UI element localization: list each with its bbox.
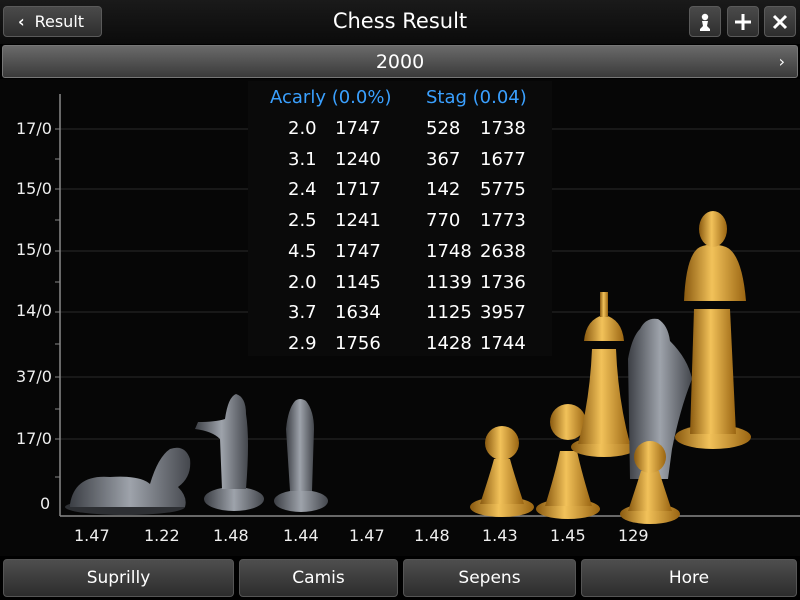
year-label: 2000 — [375, 51, 425, 73]
x-tick-label: 1.45 — [550, 526, 586, 545]
y-tick-label: 0 — [40, 494, 51, 513]
table-cell: 1145 — [335, 271, 381, 293]
table-cell: 367 — [426, 148, 461, 170]
y-tick-label: 14/0 — [16, 301, 52, 320]
table-cell: 1747 — [335, 240, 381, 262]
table-cell: 1634 — [335, 302, 381, 324]
table-cell: 3957 — [480, 302, 526, 324]
table-cell: 3.7 — [288, 302, 317, 324]
x-tick-label: 1.47 — [74, 526, 110, 545]
table-cell: 1240 — [335, 148, 381, 170]
page-title: Chess Result — [332, 9, 468, 33]
y-tick-label: 15/0 — [16, 179, 52, 198]
table-cell: 528 — [426, 118, 461, 139]
y-tick-label: 15/0 — [16, 240, 52, 259]
pawn-icon — [700, 13, 710, 31]
table-cell: 2.4 — [288, 179, 317, 201]
silver-horse-piece — [65, 447, 191, 515]
table-cell: 1677 — [480, 148, 526, 170]
top-bar: ‹ Result Chess Result — [0, 0, 800, 44]
pawn-button[interactable] — [689, 6, 721, 37]
table-cell: 1773 — [480, 210, 526, 232]
x-tick-label: 129 — [618, 526, 649, 545]
table-cell: 1744 — [480, 332, 526, 354]
table-cell: 2.0 — [288, 271, 317, 293]
sepens-button[interactable]: Sepens — [403, 559, 576, 597]
table-header-stag: Stag (0.04) — [426, 87, 527, 108]
x-tick-label: 1.43 — [482, 526, 518, 545]
x-tick-label: 1.22 — [144, 526, 180, 545]
y-tick-label: 17/0 — [16, 429, 52, 448]
table-cell: 1717 — [335, 179, 381, 201]
suprilly-button[interactable]: Suprilly — [3, 559, 234, 597]
chart-area: 17/0 15/0 15/0 14/0 37/0 17/0 0 1.47 1.2… — [0, 79, 800, 556]
table-cell: 4.5 — [288, 240, 317, 262]
x-tick-label: 1.44 — [283, 526, 319, 545]
chevron-right-icon[interactable]: › — [779, 52, 785, 71]
x-tick-label: 1.47 — [349, 526, 385, 545]
table-cell: 1139 — [426, 271, 472, 293]
table-cell: 1125 — [426, 302, 472, 324]
table-cell: 1747 — [335, 118, 381, 139]
y-tick-label: 37/0 — [16, 367, 52, 386]
close-button[interactable] — [764, 6, 796, 37]
table-header-acarly: Acarly (0.0%) — [270, 87, 392, 108]
close-icon — [772, 14, 788, 29]
table-cell: 5775 — [480, 179, 526, 201]
gold-pawn-piece — [470, 426, 534, 517]
y-tick-label: 17/0 — [16, 119, 52, 138]
table-cell: 142 — [426, 179, 461, 201]
camis-button[interactable]: Camis — [239, 559, 398, 597]
table-cell: 2.0 — [288, 118, 317, 139]
table-cell: 770 — [426, 210, 461, 232]
table-cell: 1738 — [480, 118, 526, 139]
table-cell: 1241 — [335, 210, 381, 232]
x-tick-label: 1.48 — [213, 526, 249, 545]
table-cell: 1756 — [335, 332, 381, 354]
table-cell: 3.1 — [288, 148, 317, 170]
table-cell: 1748 — [426, 240, 472, 262]
hore-button[interactable]: Hore — [581, 559, 797, 597]
gold-bust-piece — [675, 211, 751, 449]
table-cell: 2638 — [480, 240, 526, 262]
silver-figure-piece — [195, 394, 264, 511]
table-cell: 2.5 — [288, 210, 317, 232]
year-selector[interactable]: 2000 › — [2, 45, 798, 78]
plus-icon — [735, 13, 751, 30]
x-tick-label: 1.48 — [414, 526, 450, 545]
silver-figure-piece-2 — [274, 399, 328, 512]
table-cell: 1428 — [426, 332, 472, 354]
table-cell: 1736 — [480, 271, 526, 293]
add-button[interactable] — [727, 6, 759, 37]
results-table: Acarly (0.0%) Stag (0.04) 2.0 1747 528 1738… — [248, 81, 552, 356]
bottom-bar: Suprilly Camis Sepens Hore — [0, 556, 800, 600]
table-cell: 2.9 — [288, 332, 317, 354]
